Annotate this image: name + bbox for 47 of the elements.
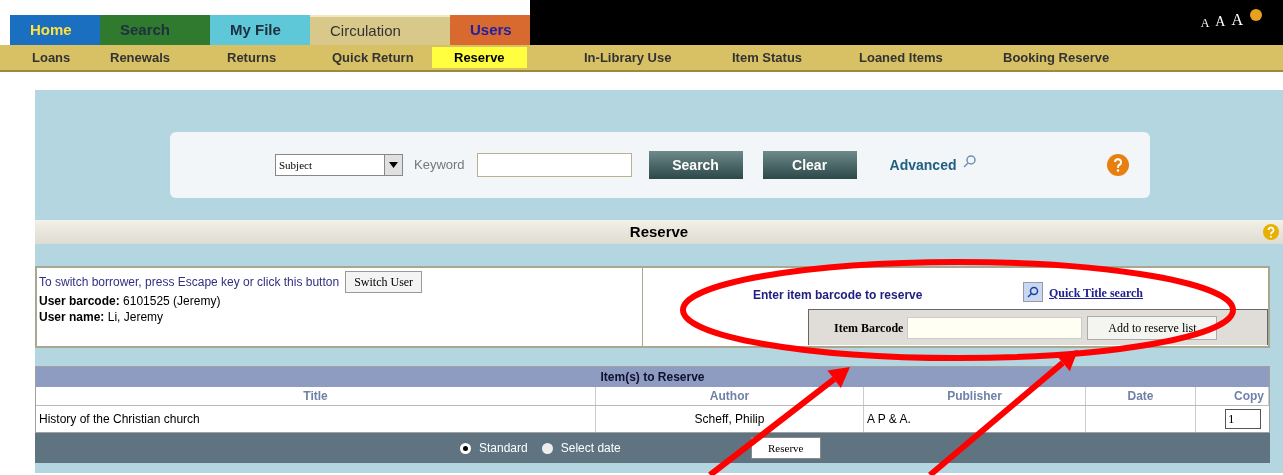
- table-title: Item(s) to Reserve: [36, 367, 1269, 387]
- item-barcode-label: Item Barcode: [834, 319, 904, 337]
- sub-tab[interactable]: In-Library Use: [562, 46, 694, 69]
- sub-tab[interactable]: Item Status: [710, 46, 825, 69]
- subject-dropdown[interactable]: Subject: [275, 154, 403, 176]
- sub-tab[interactable]: Booking Reserve: [981, 46, 1132, 69]
- section-title: Reserve: [629, 221, 689, 242]
- column-header: Title: [36, 387, 596, 405]
- clear-button[interactable]: Clear: [762, 151, 857, 179]
- radio-button[interactable]: [541, 442, 553, 454]
- barcode-prompt: Enter item barcode to reserve: [753, 287, 923, 304]
- add-to-reserve-list-button[interactable]: Add to reserve list: [1087, 315, 1218, 340]
- advanced-search-link[interactable]: Advanced: [889, 154, 957, 176]
- radio-label: Select date: [560, 440, 621, 457]
- copy-field[interactable]: 1: [1225, 409, 1261, 429]
- keyword-field[interactable]: [476, 153, 632, 177]
- font-size-link[interactable]: A: [1200, 14, 1210, 32]
- column-header: Date: [1086, 387, 1196, 405]
- table-cell-text: History of the Christian church: [39, 411, 200, 428]
- table-cell-text: Scheff, Philip: [694, 411, 765, 428]
- sub-tab[interactable]: Loaned Items: [837, 46, 965, 69]
- search-button[interactable]: Search: [648, 151, 743, 179]
- user-name: User name: Li, Jeremy: [39, 310, 164, 324]
- nav-tab[interactable]: My File: [210, 15, 310, 45]
- table-cell-text: A P & A.: [867, 411, 911, 428]
- column-header: Copy: [1196, 387, 1269, 405]
- help-icon[interactable]: [1263, 224, 1279, 240]
- help-icon[interactable]: [1106, 154, 1129, 176]
- quick-title-search-link[interactable]: Quick Title search: [1049, 284, 1143, 302]
- radio-button[interactable]: [460, 442, 471, 454]
- reserve-button[interactable]: Reserve: [750, 437, 821, 459]
- magnifier-icon[interactable]: [962, 154, 977, 168]
- font-size-link[interactable]: A: [1231, 8, 1243, 32]
- item-barcode-field[interactable]: [907, 316, 1083, 339]
- switch-hint: To switch borrower, press Escape key or click this button: [39, 274, 340, 290]
- nav-tab[interactable]: Circulation: [310, 15, 450, 45]
- sub-tab[interactable]: Returns: [205, 46, 299, 69]
- switch-user-button[interactable]: Switch User: [345, 271, 423, 293]
- keyword-label: Keyword: [414, 156, 465, 175]
- font-size-link[interactable]: A: [1215, 11, 1226, 32]
- sub-tab[interactable]: Reserve: [432, 46, 527, 69]
- user-barcode: User barcode: 6101525 (Jeremy): [39, 294, 221, 308]
- radio-label: Standard: [479, 440, 528, 457]
- column-header: Publisher: [864, 387, 1086, 405]
- nav-tab[interactable]: Home: [10, 15, 100, 45]
- column-header: Author: [596, 387, 864, 405]
- search-icon[interactable]: [1023, 282, 1043, 302]
